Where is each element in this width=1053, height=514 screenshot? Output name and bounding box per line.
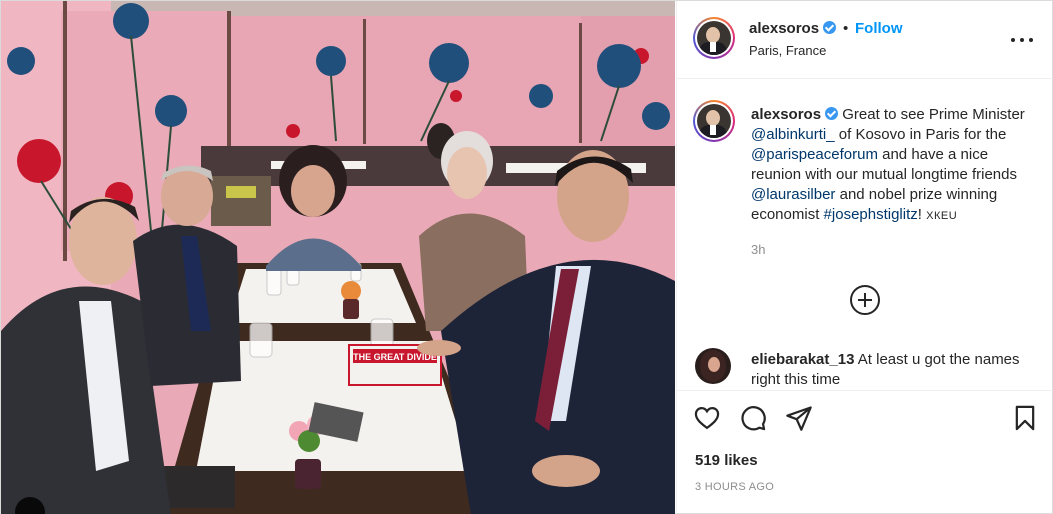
paper-plane-icon[interactable] [785,404,813,432]
bookmark-icon[interactable] [1011,404,1039,432]
plus-circle-icon[interactable] [850,285,880,315]
comments-section: alexsoros Great to see Prime Minister @a… [677,80,1053,390]
caption-text: Great to see Prime Minister [842,106,1025,123]
restaurant-photo-illustration: THE GREAT DIVIDE [1,1,675,514]
heart-icon[interactable] [693,404,721,432]
post-timestamp[interactable]: 3 HOURS AGO [695,481,774,493]
follow-button[interactable]: Follow [855,20,903,37]
commenter-avatar[interactable] [695,348,731,384]
mention-link[interactable]: @parispeaceforum [751,146,878,163]
more-options-icon[interactable] [1010,30,1034,50]
caption-text: ! [917,206,927,223]
post-header: alexsoros • Follow Paris, France [677,1,1053,79]
username-link[interactable]: alexsoros [749,20,837,37]
comment: eliebarakat_13 At least u got the names … [751,350,1041,390]
caption-username[interactable]: alexsoros [751,106,821,123]
verified-badge-icon [823,21,837,34]
location-link[interactable]: Paris, France [749,43,826,58]
username-text[interactable]: alexsoros [749,20,819,37]
post-photo[interactable]: THE GREAT DIVIDE [1,1,675,514]
post-actions: 519 likes 3 HOURS AGO [677,390,1053,514]
caption-timestamp[interactable]: 3h [751,242,765,257]
avatar[interactable] [693,17,735,59]
commenter-username[interactable]: eliebarakat_13 [751,351,854,368]
mention-link[interactable]: @laurasilber [751,186,835,203]
language-tag: ХКЕU [926,210,958,222]
hashtag-link[interactable]: #josephstiglitz [824,206,918,223]
post-caption: alexsoros Great to see Prime Minister @a… [751,105,1041,226]
mention-link[interactable]: @albinkurti_ [751,126,835,143]
caption-avatar[interactable] [693,100,735,142]
likes-count[interactable]: 519 likes [695,452,758,469]
separator-dot: • [843,20,849,37]
post-side-panel: alexsoros • Follow Paris, France alexsor… [676,1,1053,514]
verified-badge-icon [825,107,839,120]
comment-bubble-icon[interactable] [739,404,767,432]
caption-text: of Kosovo in Paris for the [834,126,1007,143]
post-container: THE GREAT DIVIDE alexsoros • Follow Pari… [0,0,1053,514]
